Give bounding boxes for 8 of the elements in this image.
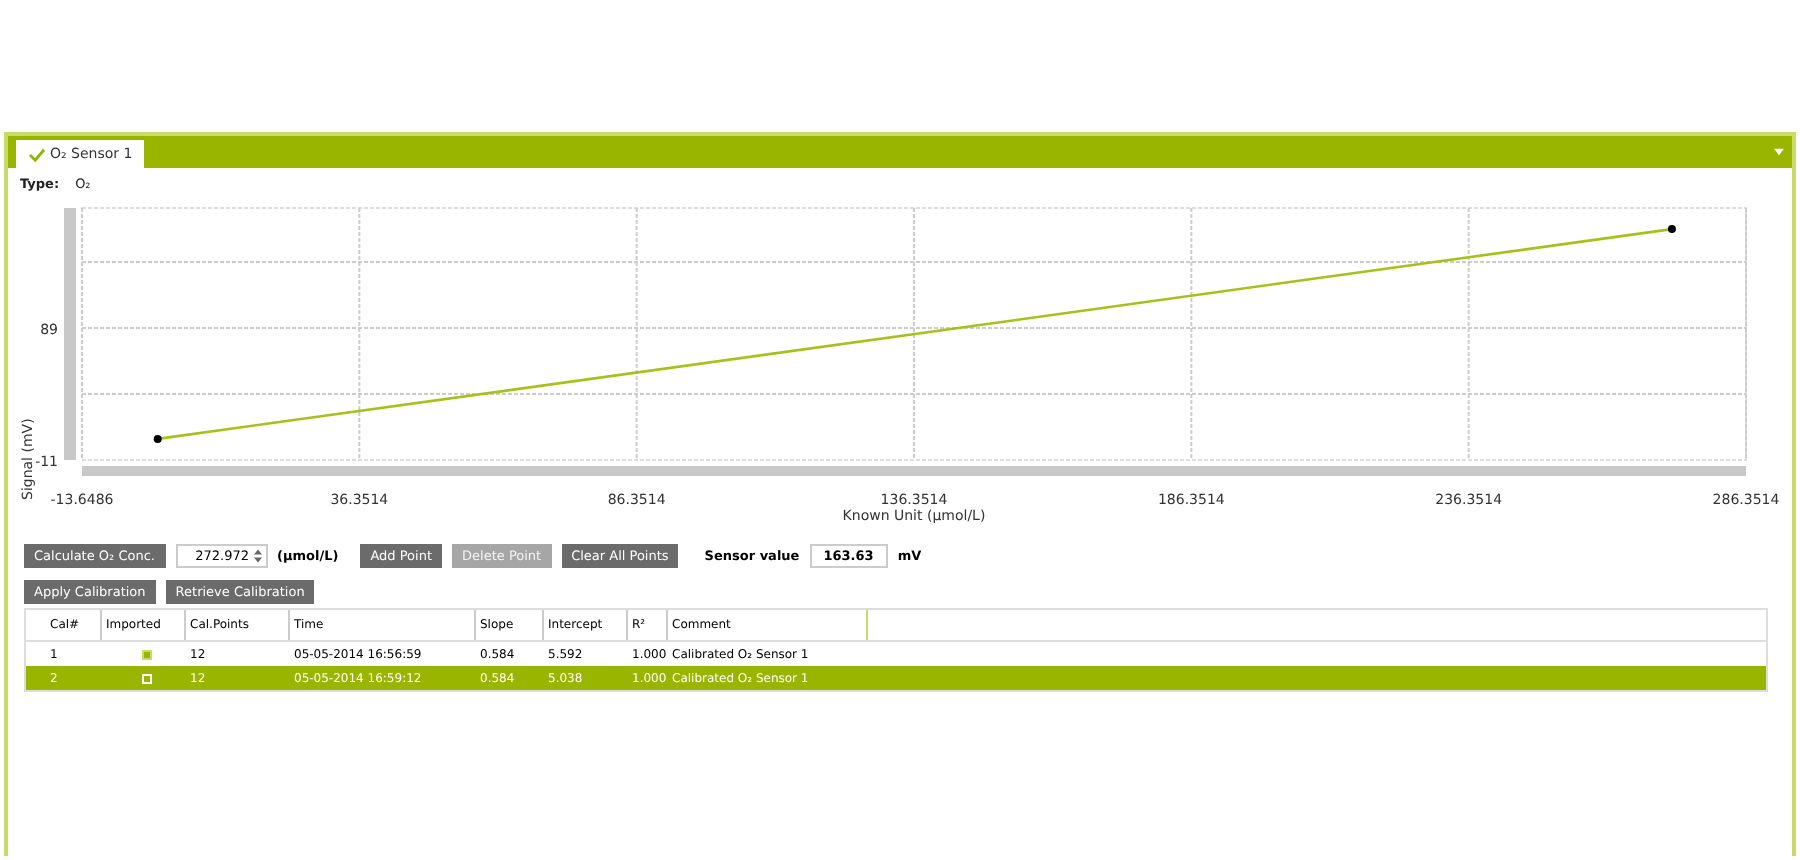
data-point (153, 434, 162, 443)
checkmark-icon (28, 147, 46, 161)
vertical-scrollbar[interactable] (64, 208, 76, 460)
spinner-arrows-icon[interactable] (253, 548, 261, 564)
imported-checkbox[interactable] (141, 649, 151, 659)
dropdown-arrow-icon[interactable] (1774, 148, 1784, 156)
horizontal-scrollbar[interactable] (82, 466, 1746, 476)
data-point (1667, 225, 1676, 234)
